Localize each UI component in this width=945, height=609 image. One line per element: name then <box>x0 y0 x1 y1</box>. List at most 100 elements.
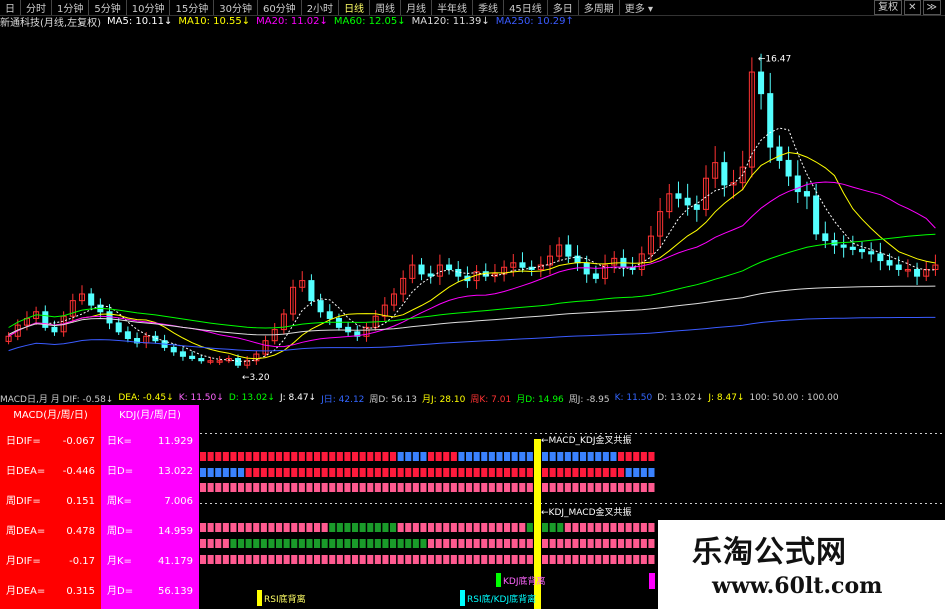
signal-label-kdj-macd: ←KDJ_MACD金叉共振 <box>541 506 632 518</box>
signal-cell <box>390 555 397 564</box>
candle-body <box>684 197 691 206</box>
period-tab-12[interactable]: 半年线 <box>431 0 472 15</box>
macd-row: 日DEA= -0.446 <box>0 457 101 487</box>
signal-cell <box>314 523 321 532</box>
candle-body <box>345 326 352 333</box>
signal-cell <box>420 555 427 564</box>
kdj-row: 日D= 13.022 <box>101 457 199 487</box>
candle-body <box>758 71 765 95</box>
signal-cell <box>260 539 267 548</box>
period-tab-7[interactable]: 60分钟 <box>256 0 301 15</box>
signal-cell <box>564 523 571 532</box>
close-icon[interactable]: ✕ <box>904 0 921 15</box>
period-toolbar: 日分时 1分钟 5分钟 10分钟 15分钟 30分钟 60分钟 2小时 日线 周线 月线 半年线 季线 4… <box>0 0 945 16</box>
signal-cell <box>230 468 237 477</box>
kdj-label: 周K= <box>107 496 132 507</box>
signal-cell <box>260 468 267 477</box>
kline-chart[interactable]: ←16.47 ←3.20 <box>0 28 945 390</box>
signal-cell <box>200 468 207 477</box>
signal-cell <box>207 483 214 492</box>
period-tab-4[interactable]: 10分钟 <box>125 0 170 15</box>
signal-cell <box>610 468 617 477</box>
signal-cell <box>610 539 617 548</box>
signal-cell <box>519 555 526 564</box>
ma20-line <box>8 181 936 348</box>
signal-cell <box>572 523 579 532</box>
signal-cell <box>595 555 602 564</box>
period-tab-9[interactable]: 日线 <box>338 0 369 15</box>
signal-cell <box>253 452 260 461</box>
candle-body <box>427 273 434 277</box>
signal-cell <box>504 483 511 492</box>
period-tab-2[interactable]: 1分钟 <box>51 0 88 15</box>
signal-cell <box>488 483 495 492</box>
candle-body <box>519 262 526 268</box>
signal-cell <box>298 523 305 532</box>
restore-button[interactable]: 复权 <box>874 0 903 15</box>
period-tab-6[interactable]: 30分钟 <box>213 0 257 15</box>
period-tab-13[interactable]: 季线 <box>472 0 503 15</box>
signal-cell <box>344 483 351 492</box>
period-tab-15[interactable]: 多日 <box>546 0 578 15</box>
signal-cell <box>572 468 579 477</box>
signal-cell <box>382 483 389 492</box>
macd-label: 周DEA= <box>6 526 46 537</box>
period-tab-5[interactable]: 15分钟 <box>169 0 213 15</box>
signal-cell <box>557 539 564 548</box>
period-tab-3[interactable]: 5分钟 <box>88 0 125 15</box>
signal-cell <box>526 483 533 492</box>
signal-cell <box>450 539 457 548</box>
signal-cell <box>496 452 503 461</box>
signal-cell <box>564 468 571 477</box>
signal-cell <box>215 539 222 548</box>
signal-cell <box>359 468 366 477</box>
signal-cell <box>359 523 366 532</box>
signal-cell <box>390 483 397 492</box>
signal-cell <box>291 539 298 548</box>
signal-cell <box>496 483 503 492</box>
signal-cell <box>245 523 252 532</box>
period-tab-8[interactable]: 2小时 <box>300 0 338 15</box>
period-tab-0[interactable]: 日 <box>0 0 20 15</box>
signal-cell <box>253 483 260 492</box>
signal-cell <box>625 555 632 564</box>
signal-cell <box>542 452 549 461</box>
signal-cell <box>526 523 533 532</box>
signal-cell <box>519 483 526 492</box>
signal-cell <box>564 483 571 492</box>
period-tab-1[interactable]: 分时 <box>20 0 51 15</box>
signal-cell <box>618 452 625 461</box>
period-tab-16[interactable]: 多周期 <box>577 0 619 15</box>
signal-cell <box>215 483 222 492</box>
expand-icon[interactable]: ≫ <box>922 0 941 15</box>
period-tab-11[interactable]: 月线 <box>400 0 431 15</box>
signal-cell <box>473 539 480 548</box>
signal-cell <box>298 539 305 548</box>
signal-cell <box>207 539 214 548</box>
signal-cell <box>633 555 640 564</box>
signal-cell <box>443 539 450 548</box>
signal-cell <box>450 555 457 564</box>
period-tab-14[interactable]: 45日线 <box>503 0 547 15</box>
signal-cell <box>580 483 587 492</box>
signal-cell <box>283 483 290 492</box>
signal-cell <box>405 483 412 492</box>
signal-cell <box>260 452 267 461</box>
ma-value-4: MA120: 11.39↓ <box>411 16 490 27</box>
period-tab-17[interactable]: 更多 ▾ <box>618 0 658 15</box>
signal-cell <box>443 468 450 477</box>
macd-value: 0.315 <box>66 586 95 597</box>
indicator-value-4: J: 8.47↓ <box>279 393 317 403</box>
signal-cell <box>245 468 252 477</box>
signal-cell <box>496 523 503 532</box>
signal-cell <box>268 523 275 532</box>
signal-cell <box>200 523 207 532</box>
signal-cell <box>488 555 495 564</box>
signal-cell <box>374 555 381 564</box>
signal-cell <box>481 452 488 461</box>
signal-cell <box>222 452 229 461</box>
signal-cell <box>200 539 207 548</box>
signal-cell <box>435 523 442 532</box>
period-tab-10[interactable]: 周线 <box>369 0 400 15</box>
macd-row: 月DEA= 0.315 <box>0 577 101 607</box>
